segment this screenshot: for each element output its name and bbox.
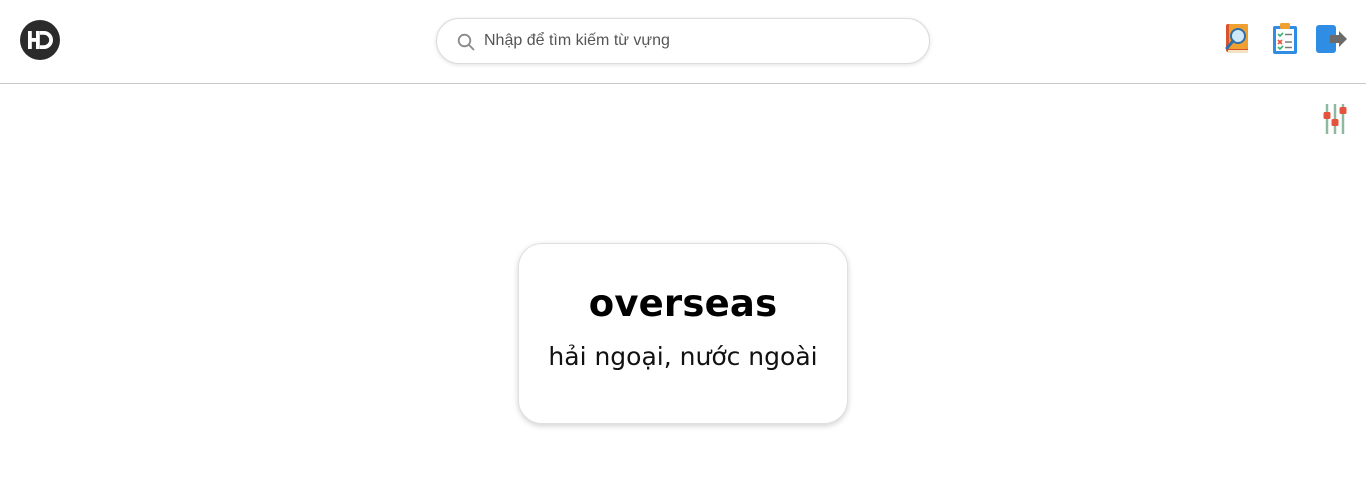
dictionary-search-icon[interactable]: [1222, 22, 1254, 56]
search-bar: [436, 18, 930, 64]
search-icon: [457, 33, 475, 51]
flashcard-meaning: hải ngoại, nước ngoài: [548, 342, 818, 371]
flashcard-word: overseas: [588, 282, 778, 325]
quiz-clipboard-icon[interactable]: [1269, 22, 1301, 56]
logo-mark: [28, 31, 53, 49]
logout-icon[interactable]: [1315, 22, 1347, 56]
top-bar: [0, 0, 1366, 84]
search-input[interactable]: [484, 19, 914, 63]
flashcard[interactable]: overseas hải ngoại, nước ngoài: [518, 243, 848, 424]
settings-sliders-icon[interactable]: [1320, 102, 1350, 136]
logo[interactable]: [20, 20, 60, 60]
